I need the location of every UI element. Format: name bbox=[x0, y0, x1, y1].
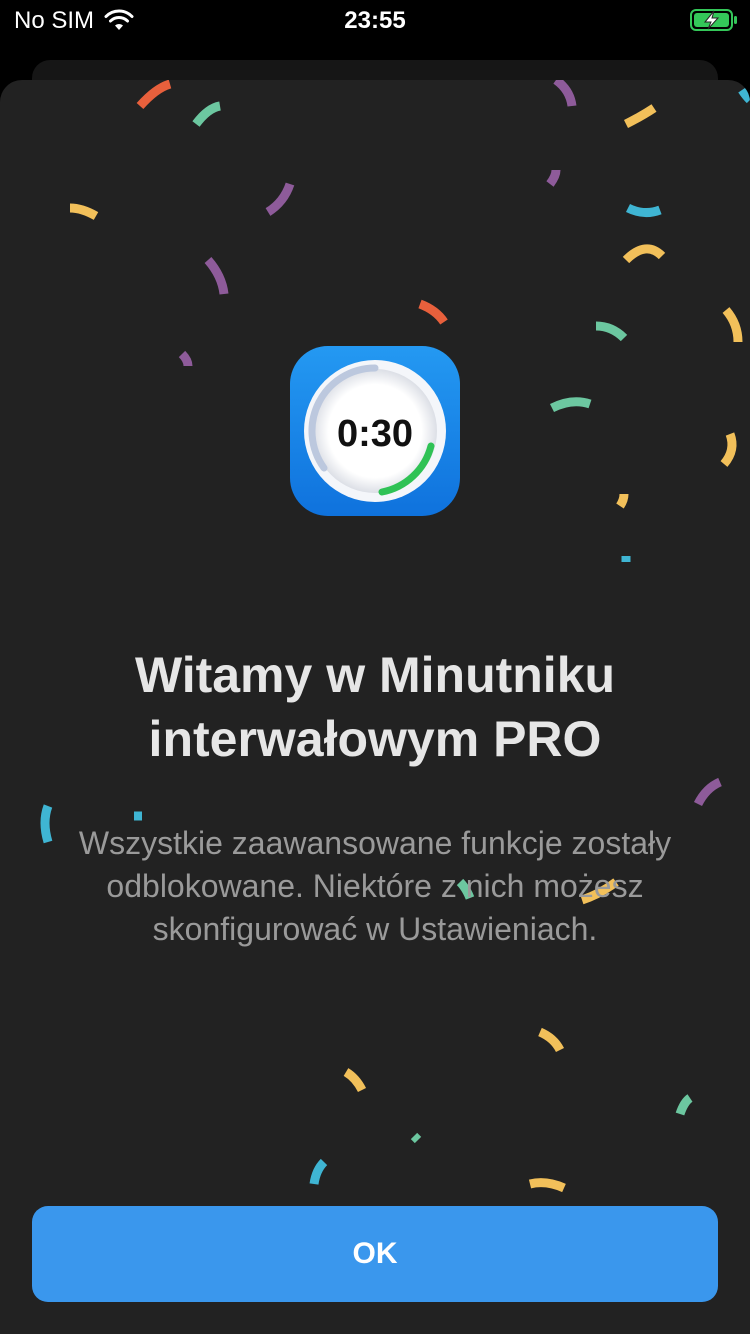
status-bar: No SIM 23:55 bbox=[0, 0, 750, 40]
app-icon-time: 0:30 bbox=[337, 413, 413, 455]
welcome-title-line2: interwałowym PRO bbox=[148, 711, 602, 767]
status-time: 23:55 bbox=[344, 7, 406, 34]
battery-charging-icon bbox=[690, 9, 737, 31]
timer-app-icon: 0:30 bbox=[290, 346, 460, 516]
welcome-title-line1: Witamy w Minutniku bbox=[134, 647, 616, 703]
welcome-sheet: 0:30 Witamy w Minutniku interwałowym PRO… bbox=[0, 80, 750, 1334]
welcome-subtitle: Wszystkie zaawansowane funkcje zostały o… bbox=[78, 825, 672, 947]
ok-button[interactable]: OK bbox=[32, 1206, 718, 1302]
welcome-title: Witamy w Minutniku interwałowym PRO bbox=[40, 643, 710, 771]
